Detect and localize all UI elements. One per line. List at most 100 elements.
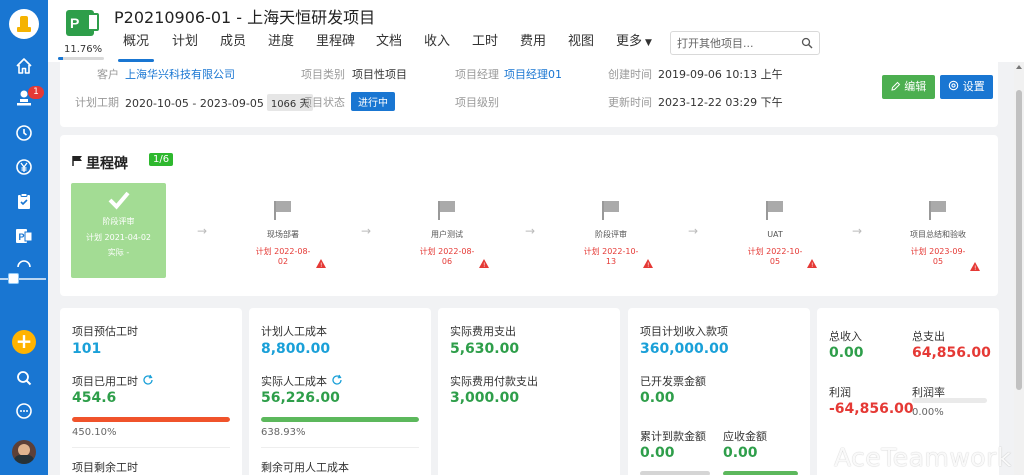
- tab-hours[interactable]: 工时: [472, 34, 498, 62]
- tab-overview[interactable]: 概况: [123, 34, 149, 62]
- svg-text:!: !: [320, 262, 322, 269]
- updated-label: 更新时间: [608, 96, 652, 109]
- tab-more-label: 更多: [616, 34, 643, 49]
- plan-income-label: 项目计划收入款项: [640, 325, 728, 338]
- milestone-item[interactable]: 项目总结和验收 计划 2023-09-05: [903, 199, 973, 267]
- tab-milestones[interactable]: 里程碑: [316, 34, 355, 62]
- actual-labor-bar-fill: [261, 417, 419, 422]
- project-progress-bar: [58, 57, 104, 60]
- warning-icon: !: [316, 259, 326, 269]
- tab-views[interactable]: 视图: [568, 34, 594, 62]
- svg-text:!: !: [483, 262, 485, 269]
- profit-value: -64,856.00: [829, 401, 914, 417]
- milestone-item[interactable]: 阶段评审 计划 2022-10-13: [576, 199, 646, 267]
- project-progress-text: 11.76%: [64, 44, 103, 55]
- milestone-plan-date: 计划 2022-08-06: [419, 247, 475, 266]
- edit-button[interactable]: 编辑: [882, 75, 935, 99]
- flag-grey-icon: [438, 201, 455, 220]
- divider: [72, 447, 230, 448]
- project-logo-icon: P: [66, 10, 99, 36]
- used-hours-label: 项目已用工时: [72, 375, 138, 388]
- avatar[interactable]: [12, 440, 36, 464]
- page-title: P20210906-01 - 上海天恒研发项目: [114, 8, 376, 27]
- main-content: 客户 上海华兴科技有限公司 项目类别 项目性项目 项目经理 项目经理01 创建时…: [48, 62, 1014, 475]
- customer-link[interactable]: 上海华兴科技有限公司: [125, 66, 235, 82]
- used-hours-percent: 450.10%: [72, 427, 117, 438]
- project-search-input[interactable]: [671, 32, 791, 54]
- scroll-up-arrow-icon[interactable]: [1016, 65, 1022, 69]
- milestone-item[interactable]: UAT 计划 2022-10-05: [740, 199, 810, 267]
- period-value: 2020-10-05 - 2023-09-05 1066 天: [125, 94, 314, 111]
- milestone-name: 用户测试: [431, 230, 463, 239]
- margin-value: 0.00%: [912, 407, 944, 418]
- tab-documents[interactable]: 文档: [376, 34, 402, 62]
- arrow-right-icon: →: [852, 224, 863, 238]
- clock-icon[interactable]: [14, 123, 34, 143]
- receivable-value: 0.00: [723, 445, 758, 461]
- receivable-bar: [723, 471, 798, 475]
- tab-plan[interactable]: 计划: [172, 34, 198, 62]
- plan-labor-label: 计划人工成本: [261, 325, 327, 338]
- created-label: 创建时间: [608, 68, 652, 81]
- milestone-actual-date: 实际 -: [107, 248, 130, 257]
- expense-spent-value: 5,630.00: [450, 341, 520, 357]
- project-progress-fill: [58, 57, 64, 60]
- settings-button[interactable]: 设置: [940, 75, 993, 99]
- search-icon[interactable]: [14, 368, 34, 388]
- svg-text:P: P: [19, 232, 25, 242]
- clipboard-icon[interactable]: [14, 191, 34, 211]
- yen-icon[interactable]: [14, 157, 34, 177]
- arrow-right-icon: →: [197, 224, 208, 238]
- milestone-title: 里程碑: [86, 156, 128, 172]
- search-icon[interactable]: [801, 37, 813, 49]
- tab-members[interactable]: 成员: [220, 34, 246, 62]
- status-label: 项目状态: [301, 96, 345, 109]
- nav-resize-handle[interactable]: [8, 273, 19, 284]
- milestone-plan-date: 计划 2022-10-05: [747, 247, 803, 266]
- remain-labor-label: 剩余可用人工成本: [261, 461, 349, 474]
- left-nav: 1 P +: [0, 0, 48, 475]
- settings-button-label: 设置: [962, 80, 985, 93]
- app-logo[interactable]: [9, 9, 39, 39]
- milestone-item[interactable]: 用户测试 计划 2022-08-06: [412, 199, 482, 267]
- total-income-label: 总收入: [829, 330, 862, 343]
- project-icon[interactable]: P: [14, 226, 34, 246]
- tab-income[interactable]: 收入: [424, 34, 450, 62]
- expense-paid-value: 3,000.00: [450, 390, 520, 406]
- hours-card: 项目预估工时 101 项目已用工时 454.6 450.10% 项目剩余工时: [60, 308, 242, 475]
- project-search[interactable]: [670, 31, 820, 55]
- page-scrollbar[interactable]: [1014, 62, 1024, 475]
- edit-icon: [891, 81, 900, 91]
- svg-text:!: !: [974, 265, 976, 272]
- milestone-name: 阶段评审: [595, 230, 627, 239]
- milestone-name: UAT: [767, 230, 783, 239]
- chat-icon[interactable]: [14, 401, 34, 421]
- milestone-item[interactable]: 现场部署 计划 2022-08-02: [248, 199, 318, 267]
- tab-progress[interactable]: 进度: [268, 34, 294, 62]
- tab-more[interactable]: 更多 ▼: [616, 34, 652, 62]
- refresh-icon[interactable]: [142, 374, 154, 386]
- milestone-item[interactable]: 阶段评审 计划 2021-04-02 实际 -: [71, 183, 166, 278]
- add-icon[interactable]: +: [12, 330, 36, 354]
- milestone-name: 阶段评审: [102, 217, 135, 226]
- home-icon[interactable]: [14, 56, 34, 76]
- arrow-right-icon: →: [525, 224, 536, 238]
- total-expense-value: 64,856.00: [912, 345, 991, 361]
- milestone-plan-date: 计划 2021-04-02: [85, 233, 152, 242]
- actual-labor-bar: [261, 417, 419, 422]
- used-hours-bar-fill: [72, 417, 230, 422]
- milestone-plan-date: 计划 2023-09-05: [910, 247, 966, 266]
- scrollbar-thumb[interactable]: [1016, 90, 1022, 390]
- plan-income-value: 360,000.00: [640, 341, 729, 357]
- milestone-name: 项目总结和验收: [910, 230, 966, 239]
- notification-badge: 1: [28, 86, 44, 99]
- created-value: 2019-09-06 10:13 上午: [658, 68, 783, 81]
- refresh-icon[interactable]: [331, 374, 343, 386]
- period-dates: 2020-10-05 - 2023-09-05: [125, 97, 264, 110]
- status-badge: 进行中: [351, 92, 395, 111]
- tab-expenses[interactable]: 费用: [520, 34, 546, 62]
- est-hours-label: 项目预估工时: [72, 325, 138, 338]
- actual-labor-percent: 638.93%: [261, 427, 306, 438]
- manager-link[interactable]: 项目经理01: [504, 66, 562, 82]
- expense-spent-label: 实际费用支出: [450, 325, 516, 338]
